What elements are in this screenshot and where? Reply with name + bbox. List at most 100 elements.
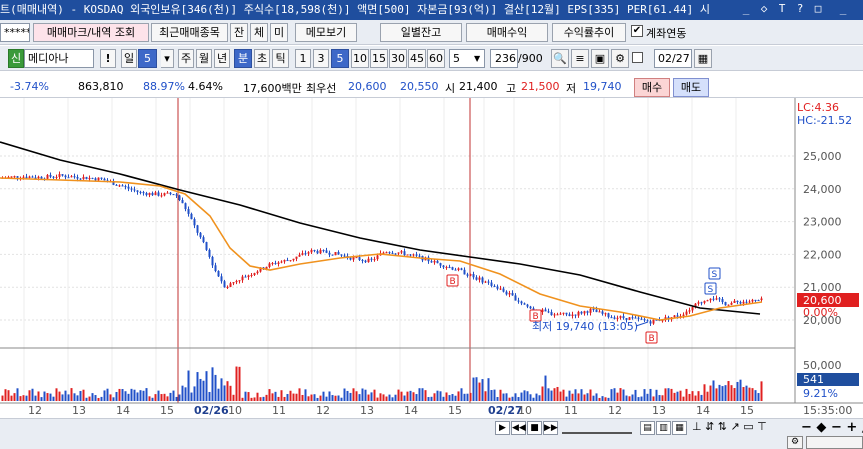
- candle-body: [514, 295, 517, 301]
- stop-icon[interactable]: ■: [527, 421, 542, 435]
- price-chart[interactable]: BBBSS 25,000 24,000 23,000 22,000 21,000 20,0…: [0, 98, 863, 418]
- trade-profit-button[interactable]: 매매수익: [466, 23, 548, 42]
- table-icon[interactable]: ▦: [672, 421, 687, 435]
- period-3-button[interactable]: 3: [313, 49, 329, 68]
- account-code-field[interactable]: *****: [0, 23, 30, 42]
- volume-bar: [205, 371, 208, 401]
- maximize-button[interactable]: □: [811, 2, 825, 16]
- date-checkbox[interactable]: [632, 52, 643, 63]
- settings-gear-icon[interactable]: ⚙: [787, 436, 803, 449]
- candle-body: [193, 219, 196, 226]
- candle-body: [40, 176, 43, 179]
- monthly-button[interactable]: 월: [196, 49, 212, 68]
- candle-body: [586, 311, 589, 313]
- buy-button[interactable]: 매수: [634, 78, 670, 97]
- x-tick-label: 13: [72, 404, 86, 417]
- period-45-button[interactable]: 45: [408, 49, 426, 68]
- count-field[interactable]: 236: [490, 49, 518, 68]
- period-10-button[interactable]: 10: [351, 49, 369, 68]
- forward-icon[interactable]: ▶▶: [543, 421, 558, 435]
- save-icon[interactable]: ▣: [591, 49, 609, 68]
- gear-icon[interactable]: ⚙: [611, 49, 629, 68]
- memo-view-button[interactable]: 메모보기: [295, 23, 357, 42]
- volume-bar: [256, 392, 259, 401]
- balance-button[interactable]: 잔: [230, 23, 248, 42]
- date-field[interactable]: 02/27: [654, 49, 692, 68]
- zoom-controls[interactable]: − ◆ − + ▲: [801, 420, 863, 435]
- candle-body: [277, 262, 280, 264]
- unfilled-button[interactable]: 미: [270, 23, 288, 42]
- drawing-tools[interactable]: ⊥ ⇵ ⇅ ↗ ▭ ⊤: [692, 420, 792, 433]
- volume-bar: [7, 390, 10, 401]
- candle-body: [448, 266, 451, 268]
- candle-body: [397, 252, 400, 254]
- execution-button[interactable]: 체: [250, 23, 268, 42]
- tick-button[interactable]: 틱: [272, 49, 289, 68]
- daily-balance-button[interactable]: 일별잔고: [380, 23, 462, 42]
- volume-bar: [40, 397, 43, 401]
- volume-bar: [391, 397, 394, 401]
- candle-body: [637, 317, 640, 319]
- candle-body: [454, 269, 457, 271]
- bottom-panel-button[interactable]: [806, 436, 863, 449]
- yearly-button[interactable]: 년: [214, 49, 230, 68]
- rewind-icon[interactable]: ◀◀: [511, 421, 526, 435]
- chart-scroll-bar[interactable]: ▶ ◀◀ ■ ▶▶ ▤ ▥ ▦ ⊥ ⇵ ⇅ ↗ ▭ ⊤ − ◆ − + ▲: [0, 418, 863, 436]
- calendar-icon[interactable]: ▦: [694, 49, 712, 68]
- chart-canvas[interactable]: BBBSS 25,00024,00023,00022,00021,00020,0…: [0, 98, 863, 418]
- candle-body: [79, 178, 82, 180]
- play-icon[interactable]: ▶: [495, 421, 510, 435]
- recent-trades-button[interactable]: 최근매매종목: [151, 23, 228, 42]
- candle-body: [364, 260, 367, 263]
- profit-trend-button[interactable]: 수익률추이: [552, 23, 626, 42]
- candle-body: [553, 314, 556, 316]
- candle-body: [292, 258, 295, 261]
- volume-bar: [583, 394, 586, 401]
- candle-body: [604, 313, 607, 315]
- period-30-button[interactable]: 30: [389, 49, 407, 68]
- candle-body: [682, 314, 685, 317]
- candle-body: [439, 263, 442, 266]
- volume-bar: [631, 394, 634, 401]
- account-link-checkbox[interactable]: ✔: [631, 25, 643, 37]
- volume-bar: [208, 391, 211, 401]
- volume-bar: [412, 392, 415, 401]
- chart-type-icon[interactable]: ▤: [640, 421, 655, 435]
- question-icon[interactable]: ?: [793, 2, 807, 16]
- chevron-down-icon[interactable]: ▾: [161, 49, 174, 68]
- volume-bar: [574, 389, 577, 401]
- candle-body: [388, 252, 391, 254]
- candle-body: [487, 281, 490, 283]
- zoom-slider[interactable]: [562, 422, 632, 434]
- volume-bar: [211, 367, 214, 401]
- minimize-button[interactable]: _: [739, 2, 753, 16]
- help-icon[interactable]: T: [775, 2, 789, 16]
- x-tick-label: 12: [28, 404, 42, 417]
- volume-bar: [145, 388, 148, 401]
- volume-bar: [298, 388, 301, 401]
- second-button[interactable]: 초: [254, 49, 270, 68]
- trade-mark-query-button[interactable]: 매매마크/내역 조회: [33, 23, 149, 42]
- search-icon[interactable]: 🔍: [551, 49, 569, 68]
- restore-icon[interactable]: ◇: [757, 2, 771, 16]
- volume-bar: [424, 390, 427, 401]
- candle-body: [85, 176, 88, 180]
- period-1-button[interactable]: 1: [295, 49, 311, 68]
- list-icon[interactable]: ≡: [571, 49, 589, 68]
- sell-button[interactable]: 매도: [673, 78, 709, 97]
- minute-button[interactable]: 분: [234, 49, 252, 68]
- period-15-button[interactable]: 15: [370, 49, 388, 68]
- candle-body: [361, 259, 364, 261]
- alert-button[interactable]: !: [100, 49, 116, 68]
- compare-icon[interactable]: ▥: [656, 421, 671, 435]
- daily-period-select[interactable]: 5: [138, 49, 157, 68]
- close-button[interactable]: _: [836, 2, 850, 16]
- candle-body: [703, 300, 706, 303]
- stock-name-field[interactable]: 메디아나: [24, 49, 94, 68]
- volume-bar: [49, 393, 52, 401]
- chevron-down-icon[interactable]: ▼: [474, 54, 480, 63]
- period-5-button[interactable]: 5: [331, 49, 349, 68]
- period-60-button[interactable]: 60: [427, 49, 445, 68]
- weekly-button[interactable]: 주: [178, 49, 194, 68]
- daily-button[interactable]: 일: [121, 49, 137, 68]
